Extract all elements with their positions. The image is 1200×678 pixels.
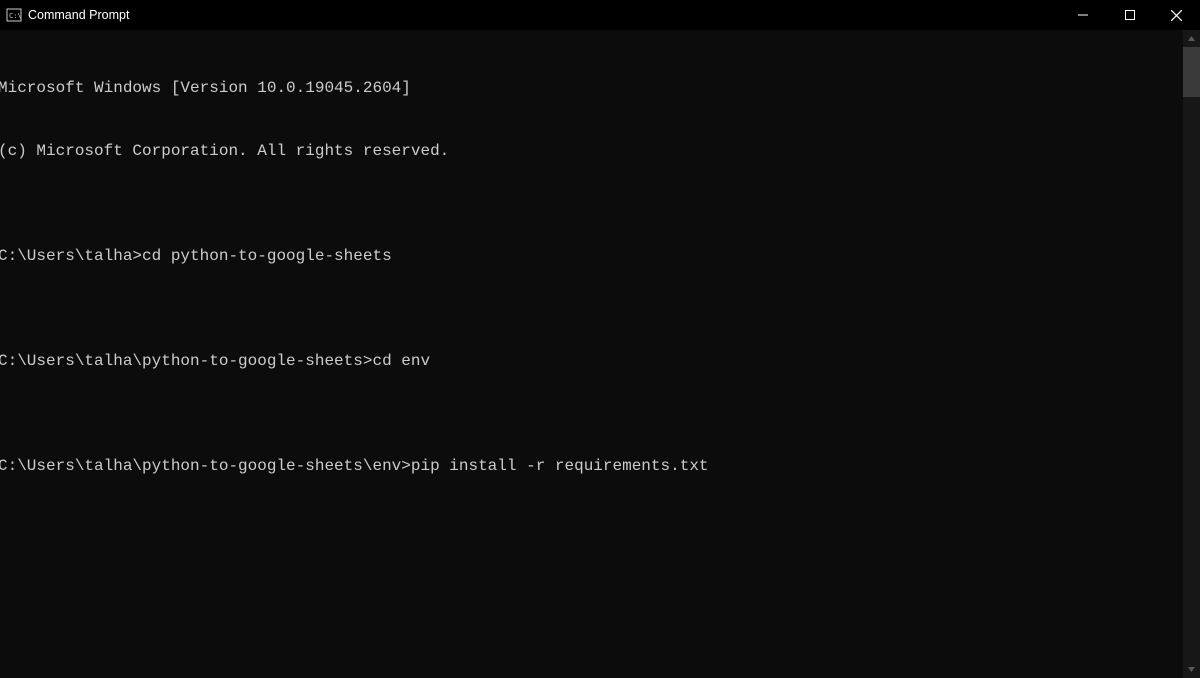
cmd-icon: C:\ [6,7,22,23]
vertical-scrollbar[interactable] [1183,30,1200,678]
scroll-down-button[interactable] [1183,661,1200,678]
terminal-content[interactable]: Microsoft Windows [Version 10.0.19045.26… [0,30,1183,678]
scroll-up-button[interactable] [1183,30,1200,47]
terminal-line: C:\Users\talha\python-to-google-sheets\e… [0,456,1183,477]
scroll-thumb[interactable] [1183,47,1200,97]
minimize-button[interactable] [1059,0,1106,30]
window-controls [1059,0,1200,30]
close-button[interactable] [1153,0,1200,30]
window-title: Command Prompt [28,8,129,22]
title-bar-left: C:\ Command Prompt [6,7,129,23]
maximize-button[interactable] [1106,0,1153,30]
svg-text:C:\: C:\ [9,12,22,20]
terminal-line: C:\Users\talha\python-to-google-sheets>c… [0,351,1183,372]
terminal-line: C:\Users\talha>cd python-to-google-sheet… [0,246,1183,267]
terminal-area: Microsoft Windows [Version 10.0.19045.26… [0,30,1200,678]
terminal-line: Microsoft Windows [Version 10.0.19045.26… [0,78,1183,99]
title-bar[interactable]: C:\ Command Prompt [0,0,1200,30]
terminal-line: (c) Microsoft Corporation. All rights re… [0,141,1183,162]
